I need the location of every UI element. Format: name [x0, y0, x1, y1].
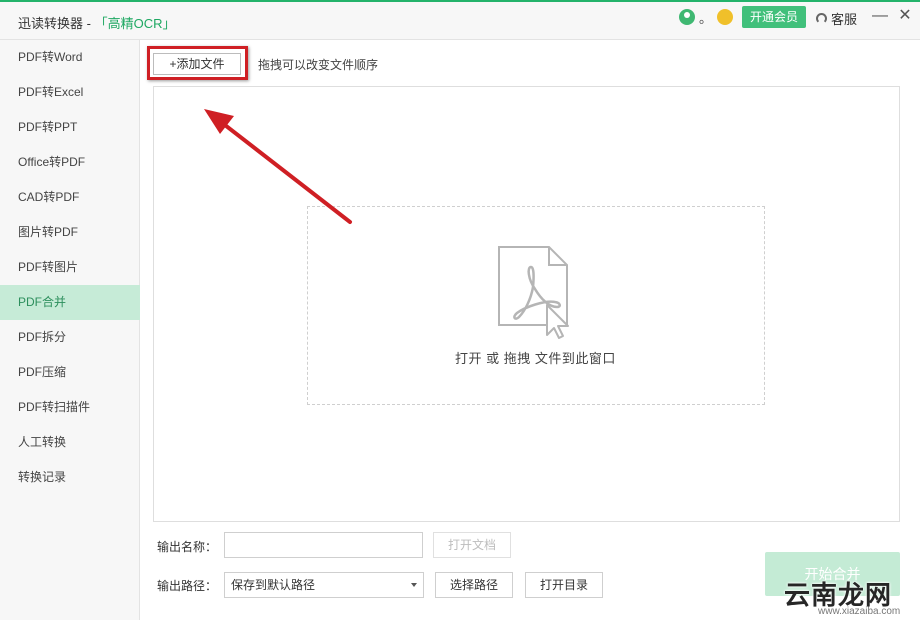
ocr-bracket-open: 「 — [94, 16, 108, 31]
ocr-link[interactable]: 高精OCR — [108, 16, 163, 31]
title-bar: 迅读转换器 - 「高精OCR」 。 开通会员 客服 — ✕ — [0, 0, 920, 40]
sidebar-item-manual-convert[interactable]: 人工转换 — [0, 425, 140, 460]
sidebar-item-history[interactable]: 转换记录 — [0, 460, 140, 495]
sidebar-item-pdf-merge[interactable]: PDF合并 — [0, 285, 140, 320]
close-button[interactable]: ✕ — [895, 6, 915, 26]
sidebar-item-pdf-to-word[interactable]: PDF转Word — [0, 40, 140, 75]
sidebar-item-image-to-pdf[interactable]: 图片转PDF — [0, 215, 140, 250]
user-name: 。 — [699, 11, 713, 26]
headset-icon — [816, 13, 827, 24]
vip-button[interactable]: 开通会员 — [742, 6, 806, 28]
annotation-arrow-icon — [204, 109, 352, 224]
sidebar-item-pdf-to-ppt[interactable]: PDF转PPT — [0, 110, 140, 145]
user-avatar-icon[interactable] — [679, 9, 695, 25]
watermark-url: www.xiazaiba.com — [818, 606, 901, 617]
sidebar-item-cad-to-pdf[interactable]: CAD转PDF — [0, 180, 140, 215]
sidebar-item-office-to-pdf[interactable]: Office转PDF — [0, 145, 140, 180]
sidebar-item-pdf-compress[interactable]: PDF压缩 — [0, 355, 140, 390]
output-name-label: 输出名称： — [157, 540, 218, 554]
choose-path-button[interactable]: 选择路径 — [435, 572, 513, 598]
output-path-label: 输出路径： — [157, 579, 218, 593]
minimize-button[interactable]: — — [870, 6, 890, 26]
sidebar: PDF转Word PDF转Excel PDF转PPT Office转PDF CA… — [0, 40, 140, 620]
drag-order-tip: 拖拽可以改变文件顺序 — [258, 58, 379, 72]
ocr-bracket-close: 」 — [162, 16, 176, 31]
sidebar-item-pdf-to-scan[interactable]: PDF转扫描件 — [0, 390, 140, 425]
customer-service-label: 客服 — [831, 12, 858, 27]
open-document-button[interactable]: 打开文档 — [433, 532, 511, 558]
app-title-text: 迅读转换器 - — [18, 16, 95, 31]
pdf-file-icon — [498, 246, 569, 339]
output-name-input[interactable] — [224, 532, 423, 558]
output-path-select[interactable]: 保存到默认路径 — [224, 572, 424, 598]
open-directory-button[interactable]: 打开目录 — [525, 572, 603, 598]
drop-zone-text: 打开 或 拖拽 文件到此窗口 — [455, 351, 616, 366]
sidebar-item-pdf-to-excel[interactable]: PDF转Excel — [0, 75, 140, 110]
output-path-value: 保存到默认路径 — [231, 578, 316, 592]
chevron-down-icon — [411, 583, 417, 587]
app-title: 迅读转换器 - 「高精OCR」 — [18, 13, 175, 32]
sidebar-item-pdf-to-image[interactable]: PDF转图片 — [0, 250, 140, 285]
customer-service-button[interactable]: 客服 — [816, 9, 857, 28]
sidebar-item-pdf-split[interactable]: PDF拆分 — [0, 320, 140, 355]
vip-medal-icon — [717, 9, 733, 25]
highlight-box — [147, 46, 248, 80]
